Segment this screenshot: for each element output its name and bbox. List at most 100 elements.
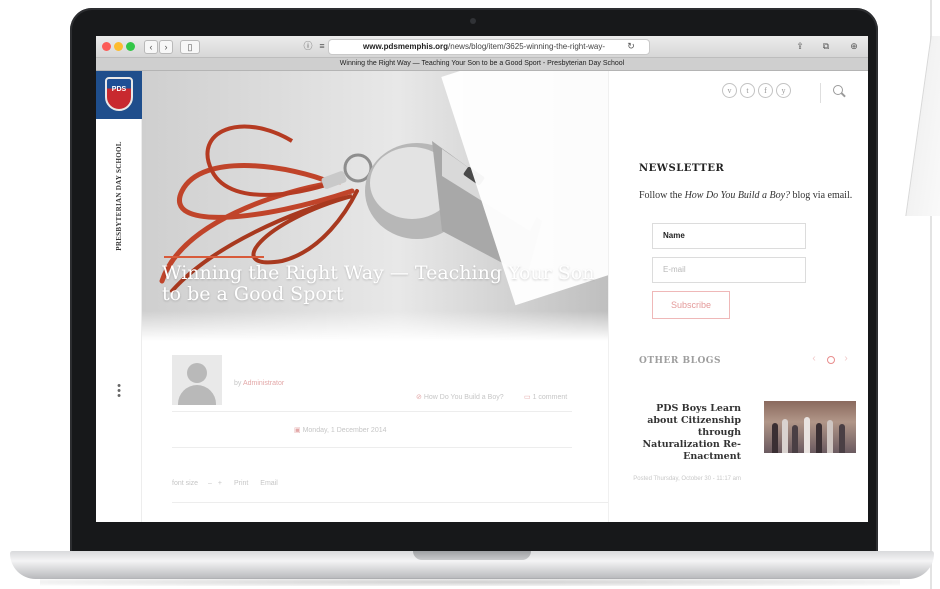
info-button[interactable]: ⓘ xyxy=(301,40,315,54)
newsletter-description: Follow the How Do You Build a Boy? blog … xyxy=(639,189,861,202)
category-link[interactable]: ⊘ How Do You Build a Boy? xyxy=(416,393,504,401)
search-icon[interactable] xyxy=(833,85,846,98)
comments-link[interactable]: ▭ 1 comment xyxy=(524,393,567,401)
next-arrow-icon[interactable]: › xyxy=(840,353,852,365)
ellipsis-vertical-icon: • • • xyxy=(117,380,121,402)
twitter-icon[interactable]: t xyxy=(740,83,755,98)
browser-window: ‹ › ▯ ⓘ ≡ www.pdsmemphis.org/news/blog/i… xyxy=(96,36,868,522)
photo-figure xyxy=(827,420,833,453)
photo-figure xyxy=(772,423,778,453)
school-name: PRESBYTERIAN DAY SCHOOL xyxy=(104,141,134,251)
photo-figure xyxy=(804,417,810,453)
tools-divider xyxy=(172,502,612,503)
byline: by Administrator xyxy=(234,380,284,387)
date-text: Monday, 1 December 2014 xyxy=(302,427,387,434)
name-field[interactable]: Name xyxy=(652,223,806,249)
laptop-base xyxy=(10,551,934,579)
print-link[interactable]: Print xyxy=(234,480,248,487)
left-sidebar: PDS PRESBYTERIAN DAY SCHOOL • • • xyxy=(96,71,142,522)
hero-image: Winning the Right Way — Teaching Your So… xyxy=(142,71,608,341)
chevron-right-icon: › xyxy=(164,42,168,52)
email-link[interactable]: Email xyxy=(260,480,278,487)
newsletter-blog-name: How Do You Build a Boy? xyxy=(684,190,791,201)
font-size-increase[interactable]: + xyxy=(218,480,222,487)
tag-icon: ⊘ xyxy=(416,394,422,401)
carousel-dot-icon[interactable] xyxy=(827,356,835,364)
other-blog-photo[interactable] xyxy=(764,401,856,453)
other-blogs-nav: ‹ › xyxy=(808,353,858,367)
background-paper xyxy=(905,36,940,216)
address-bar[interactable]: www.pdsmemphis.org/news/blog/item/3625-w… xyxy=(328,39,650,55)
comment-icon: ▭ xyxy=(524,394,531,401)
prev-arrow-icon[interactable]: ‹ xyxy=(808,353,820,365)
date-divider xyxy=(172,447,572,448)
reader-button[interactable]: ≡ xyxy=(316,40,328,54)
hero-fade xyxy=(142,311,608,341)
camera-dot xyxy=(470,18,476,24)
downloads-button[interactable]: ⊕ xyxy=(846,40,862,54)
font-size-label: font size xyxy=(172,480,199,487)
info-icon: ⓘ xyxy=(303,41,313,51)
name-placeholder: Name xyxy=(663,231,685,240)
email-field[interactable]: E-mail xyxy=(652,257,806,283)
share-button[interactable]: ⇪ xyxy=(792,40,808,54)
facebook-icon[interactable]: f xyxy=(758,83,773,98)
avatar xyxy=(172,355,222,405)
subscribe-button[interactable]: Subscribe xyxy=(652,291,730,319)
address-path: /news/blog/item/3625-winning-the-right-w… xyxy=(448,42,606,51)
photo-figure xyxy=(782,419,788,453)
reload-icon: ↻ xyxy=(627,41,635,51)
school-name-text: PRESBYTERIAN DAY SCHOOL xyxy=(115,141,123,251)
close-window-button[interactable] xyxy=(102,42,111,51)
byline-prefix: by xyxy=(234,380,242,387)
tab-title: Winning the Right Way — Teaching Your So… xyxy=(339,60,625,67)
tabs-button[interactable]: ⧉ xyxy=(818,40,834,54)
calendar-icon: ▣ xyxy=(294,427,301,434)
tabs-icon: ⧉ xyxy=(822,41,830,51)
vimeo-icon[interactable]: v xyxy=(722,83,737,98)
forward-button[interactable]: › xyxy=(159,40,173,54)
photo-figure xyxy=(816,423,822,453)
author-link[interactable]: Administrator xyxy=(243,380,284,387)
reload-button[interactable]: ↻ xyxy=(624,40,638,54)
browser-toolbar: ‹ › ▯ ⓘ ≡ www.pdsmemphis.org/news/blog/i… xyxy=(96,36,868,58)
newsletter-text-after: blog via email. xyxy=(790,190,853,201)
meta-divider xyxy=(172,411,572,412)
newsletter-text-before: Follow the xyxy=(639,190,685,201)
comments-text: 1 comment xyxy=(532,394,568,401)
zoom-window-button[interactable] xyxy=(126,42,135,51)
article-tools: font size – + Print Email xyxy=(172,480,278,487)
font-size-decrease[interactable]: – xyxy=(208,480,212,487)
laptop-shadow xyxy=(40,578,900,586)
youtube-icon[interactable]: y xyxy=(776,83,791,98)
download-icon: ⊕ xyxy=(850,41,858,51)
reader-icon: ≡ xyxy=(319,41,325,51)
title-accent-line xyxy=(164,256,264,258)
avatar-body xyxy=(178,385,216,405)
post-date: ▣ Monday, 1 December 2014 xyxy=(294,426,387,434)
more-menu-button[interactable]: • • • xyxy=(116,381,122,402)
shield-icon: PDS xyxy=(105,77,133,111)
photo-figure xyxy=(839,424,845,453)
other-blog-title[interactable]: PDS Boys Learn about Citizenship through… xyxy=(626,403,742,463)
logo-text: PDS xyxy=(111,86,127,93)
share-icon: ⇪ xyxy=(796,41,804,51)
browser-tab[interactable]: Winning the Right Way — Teaching Your So… xyxy=(96,58,868,71)
article-title: Winning the Right Way — Teaching Your So… xyxy=(162,262,595,305)
sidebar-icon: ▯ xyxy=(187,42,193,52)
other-blogs-heading: OTHER BLOGS xyxy=(639,356,721,366)
chevron-left-icon: ‹ xyxy=(149,42,153,52)
address-host: www.pdsmemphis.org xyxy=(363,42,449,51)
web-page: PDS PRESBYTERIAN DAY SCHOOL • • • Winnin… xyxy=(96,71,868,522)
category-text: How Do You Build a Boy? xyxy=(423,394,504,401)
photo-figure xyxy=(792,425,798,453)
logo[interactable]: PDS xyxy=(96,71,142,119)
other-blog-date: Posted Thursday, October 30 - 11:17 am xyxy=(633,476,741,482)
minimize-window-button[interactable] xyxy=(114,42,123,51)
email-placeholder: E-mail xyxy=(663,265,686,274)
laptop-notch xyxy=(413,551,531,560)
sidebar-toggle-button[interactable]: ▯ xyxy=(180,40,200,54)
newsletter-heading: NEWSLETTER xyxy=(639,163,725,174)
header-divider xyxy=(820,83,821,103)
back-button[interactable]: ‹ xyxy=(144,40,158,54)
